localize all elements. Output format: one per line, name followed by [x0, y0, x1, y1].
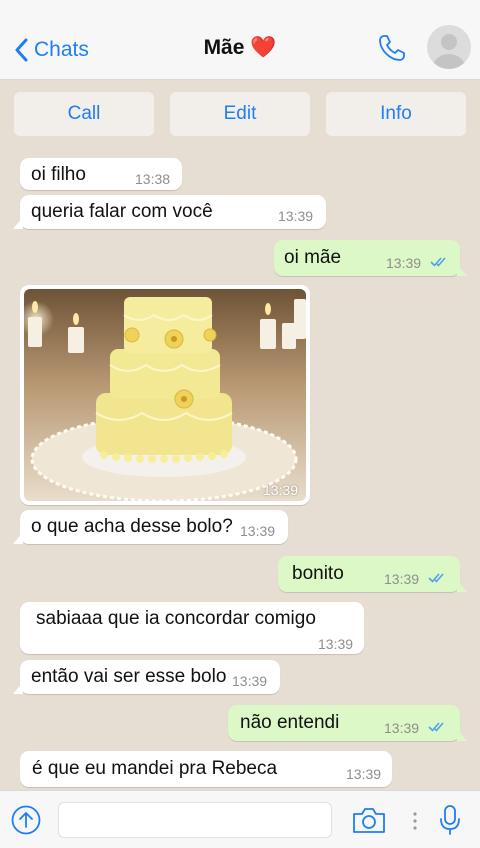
call-button[interactable]: Call [14, 92, 154, 136]
message-input[interactable] [58, 802, 332, 838]
message-time: 13:39 [240, 523, 276, 539]
message-time: 13:39 [232, 673, 268, 689]
avatar-icon [433, 34, 465, 69]
camera-icon[interactable] [352, 807, 386, 834]
microphone-icon[interactable] [438, 804, 462, 836]
contact-actions: Call Edit Info [0, 80, 480, 144]
message-outgoing[interactable]: oi mãe 13:39 [274, 240, 467, 276]
message-text: bonito [292, 563, 344, 584]
message-text: o que acha desse bolo? [31, 516, 233, 537]
message-time: 13:39 [386, 255, 422, 271]
message-text: oi filho [31, 164, 86, 185]
message-time: 13:39 [262, 482, 298, 498]
message-text: não entendi [240, 712, 340, 733]
message-incoming[interactable]: oi filho 13:38 [20, 158, 182, 190]
message-time: 13:39 [384, 720, 420, 736]
message-incoming[interactable]: sabiaaa que ia concordar comigo 13:39 [20, 602, 364, 654]
message-text: oi mãe [284, 247, 342, 268]
message-incoming[interactable]: o que acha desse bolo? 13:39 [13, 510, 288, 544]
read-ticks-icon [428, 722, 444, 732]
phone-icon[interactable] [376, 32, 408, 64]
message-incoming[interactable]: é que eu mandei pra Rebeca 13:39 [20, 751, 392, 787]
upload-icon[interactable] [11, 805, 41, 835]
message-outgoing[interactable]: bonito 13:39 [278, 556, 467, 592]
message-text: é que eu mandei pra Rebeca [32, 758, 278, 779]
chat-title[interactable]: Mãe ❤️ [0, 36, 480, 60]
message-time: 13:38 [135, 171, 171, 187]
message-text: sabiaaa que ia concordar comigo [36, 608, 316, 629]
message-text: então vai ser esse bolo [31, 666, 227, 687]
read-ticks-icon [428, 573, 444, 583]
message-time: 13:39 [384, 571, 420, 587]
contact-name: Mãe [203, 36, 245, 59]
message-composer [0, 790, 480, 848]
message-outgoing[interactable]: não entendi 13:39 [228, 705, 467, 741]
message-time: 13:39 [278, 208, 314, 224]
message-incoming[interactable]: então vai ser esse bolo 13:39 [13, 660, 280, 694]
cake-photo [24, 289, 306, 501]
image-message[interactable]: 13:39 [20, 285, 310, 505]
more-icon[interactable] [411, 811, 419, 831]
navigation-bar: Chats Mãe ❤️ [0, 0, 480, 80]
message-time: 13:39 [346, 766, 382, 782]
message-text: queria falar com você [31, 201, 213, 222]
message-time: 13:39 [318, 636, 354, 652]
heart-emoji: ❤️ [250, 36, 277, 59]
read-ticks-icon [430, 257, 446, 267]
edit-button[interactable]: Edit [170, 92, 310, 136]
info-button[interactable]: Info [326, 92, 466, 136]
contact-avatar[interactable] [427, 25, 471, 69]
message-incoming[interactable]: queria falar com você 13:39 [13, 195, 326, 229]
